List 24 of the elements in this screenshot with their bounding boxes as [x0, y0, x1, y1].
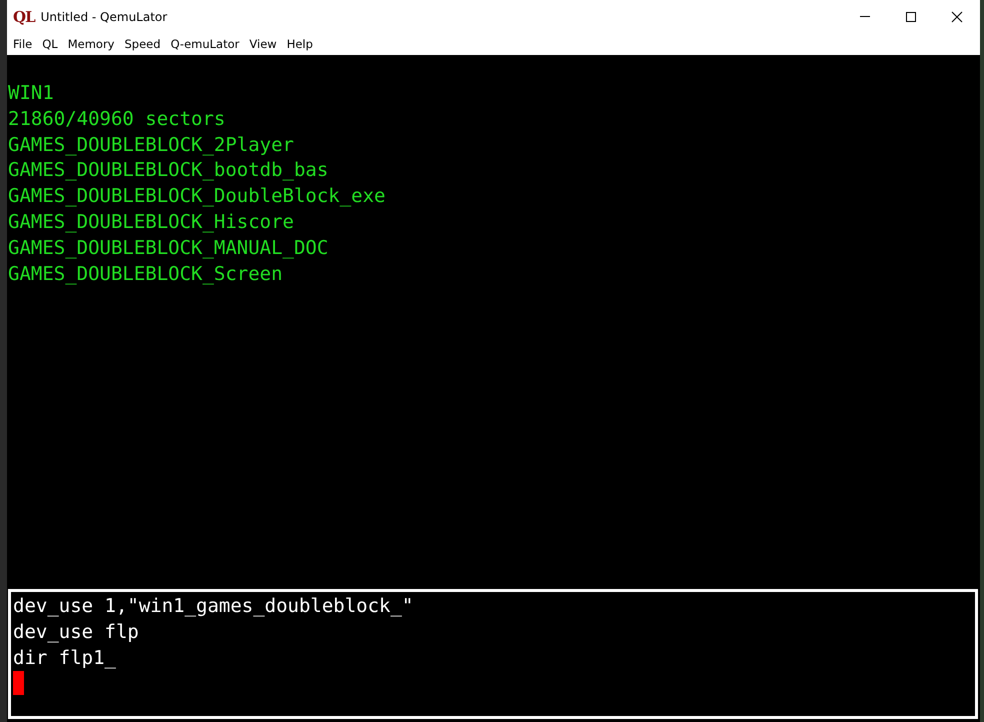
output-line: WIN1 [8, 81, 55, 106]
close-icon [951, 10, 963, 22]
window-title: Untitled - QemuLator [40, 10, 168, 24]
output-line: GAMES_DOUBLEBLOCK_bootdb_bas [8, 158, 330, 184]
output-line: GAMES_DOUBLEBLOCK_DoubleBlock_exe [8, 184, 386, 210]
output-line: 21860/40960 sectors [8, 106, 226, 132]
menu-item[interactable]: Memory [62, 37, 120, 51]
menu-item[interactable]: Speed [120, 37, 166, 51]
output-line: GAMES_DOUBLEBLOCK_2Player [8, 132, 295, 158]
output-line: GAMES_DOUBLEBLOCK_Screen [8, 262, 284, 287]
menu-item[interactable]: Help [282, 37, 318, 51]
output-line: GAMES_DOUBLEBLOCK_Hiscore [8, 210, 295, 235]
app-logo: QL [13, 8, 35, 26]
menu-item[interactable]: Q-emuLator [166, 37, 244, 51]
command-line: dev_use flp [13, 620, 140, 645]
menu-item[interactable]: File [8, 37, 38, 51]
output-line: GAMES_DOUBLEBLOCK_MANUAL_DOC [8, 236, 330, 261]
maximize-icon [905, 10, 917, 22]
menu-item[interactable]: QL [37, 37, 63, 51]
command-line: dir flp1_ [13, 646, 117, 671]
command-line: dev_use 1,"win1_games_doubleblock_" [13, 594, 414, 619]
minimize-icon [860, 16, 870, 17]
cursor-icon [13, 671, 24, 696]
menu-item[interactable]: View [244, 37, 282, 51]
